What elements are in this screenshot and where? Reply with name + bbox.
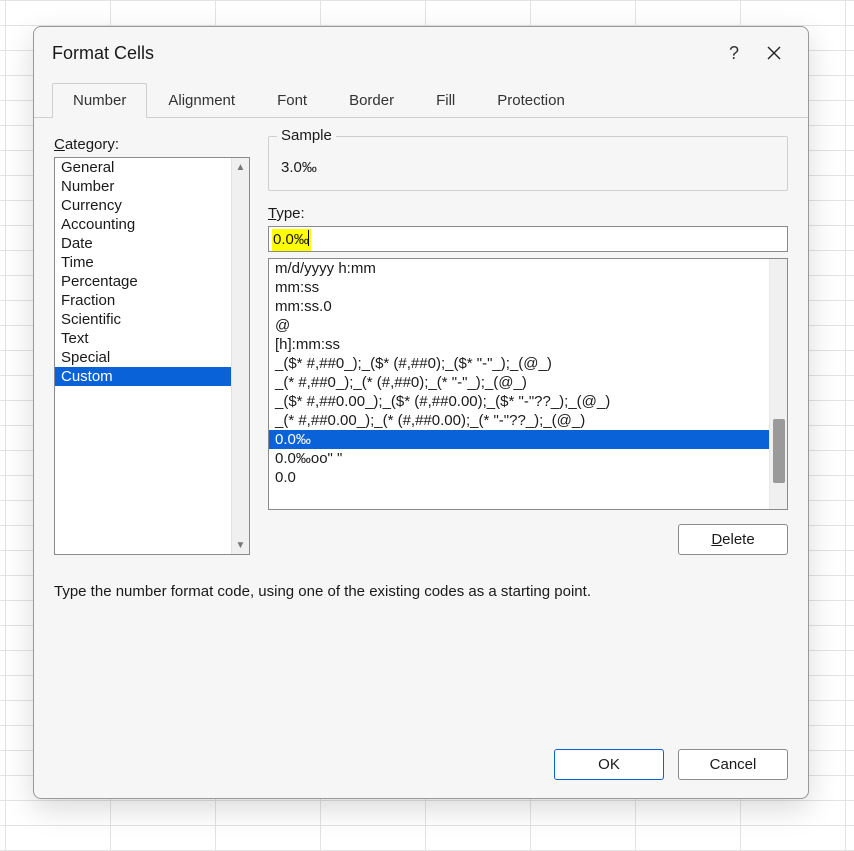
sample-group: Sample 3.0‰ [268, 136, 788, 191]
tab-label: Alignment [168, 92, 235, 109]
tab-border[interactable]: Border [328, 83, 415, 118]
tab-label: Font [277, 92, 307, 109]
category-item-time[interactable]: Time [55, 253, 231, 272]
content-columns: Category: General Number Currency Accoun… [54, 136, 788, 555]
tab-alignment[interactable]: Alignment [147, 83, 256, 118]
category-item-custom[interactable]: Custom [55, 367, 231, 386]
format-item[interactable]: _(* #,##0_);_(* (#,##0);_(* "-"_);_(@_) [269, 373, 769, 392]
scroll-down-icon[interactable]: ▼ [232, 536, 249, 554]
scroll-thumb[interactable] [773, 419, 785, 483]
format-scrollbar[interactable] [769, 259, 787, 509]
category-item-number[interactable]: Number [55, 177, 231, 196]
format-item[interactable]: _($* #,##0_);_($* (#,##0);_($* "-"_);_(@… [269, 354, 769, 373]
tab-label: Border [349, 92, 394, 109]
sample-value: 3.0‰ [281, 159, 775, 176]
category-items: General Number Currency Accounting Date … [55, 158, 231, 554]
tab-number[interactable]: Number [52, 83, 147, 118]
dialog-title: Format Cells [52, 43, 714, 64]
right-column: Sample 3.0‰ Type: 0.0‰ m/d/yyyy h:mm mm:… [268, 136, 788, 555]
format-item[interactable]: 0.0 [269, 468, 769, 487]
format-item[interactable]: [h]:mm:ss [269, 335, 769, 354]
scroll-up-icon[interactable]: ▲ [232, 158, 249, 176]
tab-label: Number [73, 92, 126, 109]
category-item-currency[interactable]: Currency [55, 196, 231, 215]
format-item[interactable]: mm:ss.0 [269, 297, 769, 316]
format-item[interactable]: 0.0‰ [269, 430, 769, 449]
text-caret [308, 230, 309, 246]
type-input[interactable]: 0.0‰ [268, 226, 788, 252]
help-icon[interactable]: ? [714, 39, 754, 67]
tab-protection[interactable]: Protection [476, 83, 586, 118]
ok-button-label: OK [598, 756, 620, 773]
dialog-body: Category: General Number Currency Accoun… [34, 118, 808, 733]
format-item[interactable]: _($* #,##0.00_);_($* (#,##0.00);_($* "-"… [269, 392, 769, 411]
category-item-fraction[interactable]: Fraction [55, 291, 231, 310]
format-items: m/d/yyyy h:mm mm:ss mm:ss.0 @ [h]:mm:ss … [269, 259, 769, 509]
format-item[interactable]: mm:ss [269, 278, 769, 297]
format-code-listbox[interactable]: m/d/yyyy h:mm mm:ss mm:ss.0 @ [h]:mm:ss … [268, 258, 788, 510]
category-item-scientific[interactable]: Scientific [55, 310, 231, 329]
delete-button-accel: D [711, 531, 722, 548]
category-item-percentage[interactable]: Percentage [55, 272, 231, 291]
category-scrollbar[interactable]: ▲ ▼ [231, 158, 249, 554]
format-item[interactable]: 0.0‰oo" " [269, 449, 769, 468]
ok-button[interactable]: OK [554, 749, 664, 780]
format-item[interactable]: _(* #,##0.00_);_(* (#,##0.00);_(* "-"??_… [269, 411, 769, 430]
hint-text: Type the number format code, using one o… [54, 583, 788, 600]
category-column: Category: General Number Currency Accoun… [54, 136, 250, 555]
category-label-accel: C [54, 136, 65, 153]
type-label: Type: [268, 205, 788, 222]
delete-row: Delete [268, 510, 788, 555]
category-item-general[interactable]: General [55, 158, 231, 177]
tab-font[interactable]: Font [256, 83, 328, 118]
category-item-special[interactable]: Special [55, 348, 231, 367]
tab-strip: Number Alignment Font Border Fill Protec… [34, 75, 808, 118]
dialog-button-row: OK Cancel [34, 733, 808, 798]
type-label-rest: ype: [276, 205, 304, 222]
type-input-value: 0.0‰ [273, 231, 309, 248]
delete-button[interactable]: Delete [678, 524, 788, 555]
titlebar: Format Cells ? [34, 27, 808, 75]
delete-button-rest: elete [722, 531, 755, 548]
tab-label: Fill [436, 92, 455, 109]
cancel-button[interactable]: Cancel [678, 749, 788, 780]
category-listbox[interactable]: General Number Currency Accounting Date … [54, 157, 250, 555]
format-item[interactable]: @ [269, 316, 769, 335]
category-label-rest: ategory: [65, 136, 119, 153]
tab-fill[interactable]: Fill [415, 83, 476, 118]
cancel-button-label: Cancel [710, 756, 757, 773]
category-item-date[interactable]: Date [55, 234, 231, 253]
format-item[interactable]: m/d/yyyy h:mm [269, 259, 769, 278]
close-icon[interactable] [754, 39, 794, 67]
tab-label: Protection [497, 92, 565, 109]
category-item-accounting[interactable]: Accounting [55, 215, 231, 234]
category-item-text[interactable]: Text [55, 329, 231, 348]
format-cells-dialog: Format Cells ? Number Alignment Font Bor… [33, 26, 809, 799]
category-label: Category: [54, 136, 250, 153]
sample-legend: Sample [277, 127, 336, 144]
